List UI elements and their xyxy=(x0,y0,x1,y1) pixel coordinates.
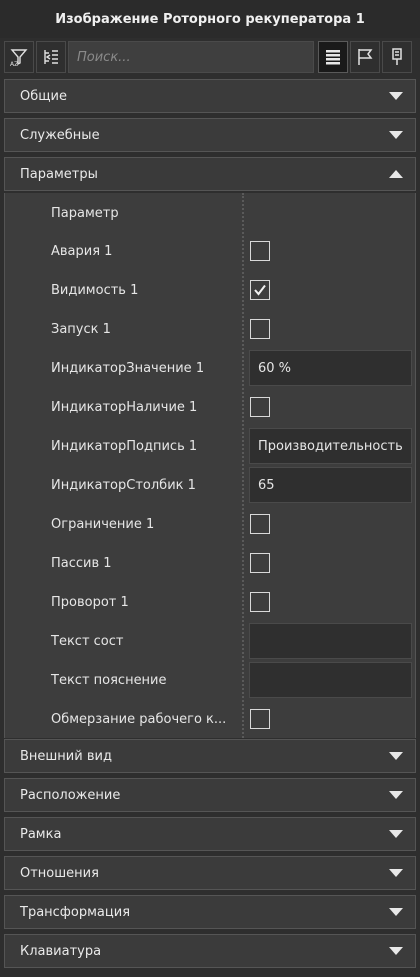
flag-button[interactable] xyxy=(350,41,380,73)
window-title: Изображение Роторного рекуператора 1 xyxy=(0,0,420,38)
param-checkbox[interactable] xyxy=(250,241,270,261)
pin-button[interactable] xyxy=(382,41,412,73)
section-klaviatura[interactable]: Клавиатура xyxy=(4,934,416,968)
param-checkbox[interactable] xyxy=(250,319,270,339)
section-label: Параметры xyxy=(20,166,98,182)
section-otnosheniya[interactable]: Отношения xyxy=(4,856,416,890)
collapse-tree-button[interactable] xyxy=(36,41,66,73)
list-view-icon xyxy=(326,50,340,65)
param-name: Ограничение 1 xyxy=(51,516,155,532)
param-value-field[interactable] xyxy=(249,662,412,698)
param-name: Пассив 1 xyxy=(51,555,112,571)
param-checkbox[interactable] xyxy=(250,397,270,417)
section-parametry[interactable]: Параметры xyxy=(4,157,416,191)
params-header: Параметр xyxy=(5,194,417,232)
param-name: Видимость 1 xyxy=(51,282,139,298)
sort-filter-button[interactable]: AZ xyxy=(4,41,34,73)
section-label: Внешний вид xyxy=(20,748,112,764)
param-name: Текст сост xyxy=(51,633,124,649)
svg-text:AZ: AZ xyxy=(10,61,18,67)
checkmark-icon xyxy=(254,284,266,296)
param-row-provorot: Проворот 1 xyxy=(5,583,417,621)
chevron-down-icon xyxy=(389,947,403,955)
param-checkbox[interactable] xyxy=(250,592,270,612)
param-name: Обмерзание рабочего к... xyxy=(51,711,227,727)
param-name: Запуск 1 xyxy=(51,321,111,337)
param-name: ИндикаторПодпись 1 xyxy=(51,438,198,454)
section-transformatsiya[interactable]: Трансформация xyxy=(4,895,416,929)
param-row-indikator-nalichie: ИндикаторНаличие 1 xyxy=(5,388,417,426)
param-row-vidimost: Видимость 1 xyxy=(5,271,417,309)
param-name: Проворот 1 xyxy=(51,594,129,610)
param-row-ogranichenie: Ограничение 1 xyxy=(5,505,417,543)
section-ramka[interactable]: Рамка xyxy=(4,817,416,851)
param-column-header: Параметр xyxy=(51,205,119,221)
param-row-indikator-podpis: ИндикаторПодпись 1 Производительность xyxy=(5,427,417,465)
section-vneshniy-vid[interactable]: Внешний вид xyxy=(4,739,416,773)
param-value-field[interactable]: Производительность xyxy=(249,428,412,464)
chevron-down-icon xyxy=(389,131,403,139)
sort-filter-icon: AZ xyxy=(10,49,28,67)
param-checkbox[interactable] xyxy=(250,553,270,573)
param-row-passiv: Пассив 1 xyxy=(5,544,417,582)
pin-icon xyxy=(392,48,402,65)
param-value-field[interactable]: 65 xyxy=(249,467,412,503)
section-label: Клавиатура xyxy=(20,943,102,959)
section-label: Служебные xyxy=(20,127,100,143)
param-checkbox[interactable] xyxy=(250,280,270,300)
param-row-zapusk: Запуск 1 xyxy=(5,310,417,348)
chevron-down-icon xyxy=(389,92,403,100)
param-row-tekst-sost: Текст сост xyxy=(5,622,417,660)
search-input[interactable] xyxy=(68,41,314,73)
param-name: Текст пояснение xyxy=(51,672,167,688)
toolbar: AZ xyxy=(4,40,416,74)
section-label: Общие xyxy=(20,88,67,104)
param-name: ИндикаторСтолбик 1 xyxy=(51,477,196,493)
section-label: Отношения xyxy=(20,865,99,881)
parameters-grid: Параметр Авария 1 Видимость 1 Запуск 1 И… xyxy=(4,193,416,738)
section-label: Расположение xyxy=(20,787,121,803)
chevron-down-icon xyxy=(389,791,403,799)
param-value-field[interactable] xyxy=(249,623,412,659)
param-row-indikator-stolbik: ИндикаторСтолбик 1 65 xyxy=(5,466,417,504)
chevron-down-icon xyxy=(389,869,403,877)
param-value-field[interactable]: 60 % xyxy=(249,350,412,386)
collapse-tree-icon xyxy=(44,50,58,64)
param-row-indikator-znachenie: ИндикаторЗначение 1 60 % xyxy=(5,349,417,387)
section-obshchie[interactable]: Общие xyxy=(4,79,416,113)
param-checkbox[interactable] xyxy=(250,514,270,534)
param-name: ИндикаторЗначение 1 xyxy=(51,360,205,376)
section-sluzhebnye[interactable]: Служебные xyxy=(4,118,416,152)
section-raspolozhenie[interactable]: Расположение xyxy=(4,778,416,812)
chevron-down-icon xyxy=(389,830,403,838)
list-view-button[interactable] xyxy=(318,41,348,73)
param-checkbox[interactable] xyxy=(250,709,270,729)
chevron-down-icon xyxy=(389,908,403,916)
chevron-up-icon xyxy=(389,170,403,178)
flag-icon xyxy=(358,49,373,65)
section-label: Трансформация xyxy=(20,904,131,920)
param-row-avariya: Авария 1 xyxy=(5,232,417,270)
chevron-down-icon xyxy=(389,752,403,760)
section-label: Рамка xyxy=(20,826,62,842)
param-name: ИндикаторНаличие 1 xyxy=(51,399,198,415)
param-row-obmerzanie: Обмерзание рабочего к... xyxy=(5,700,417,738)
param-name: Авария 1 xyxy=(51,243,113,259)
param-row-tekst-poyasnenie: Текст пояснение xyxy=(5,661,417,699)
